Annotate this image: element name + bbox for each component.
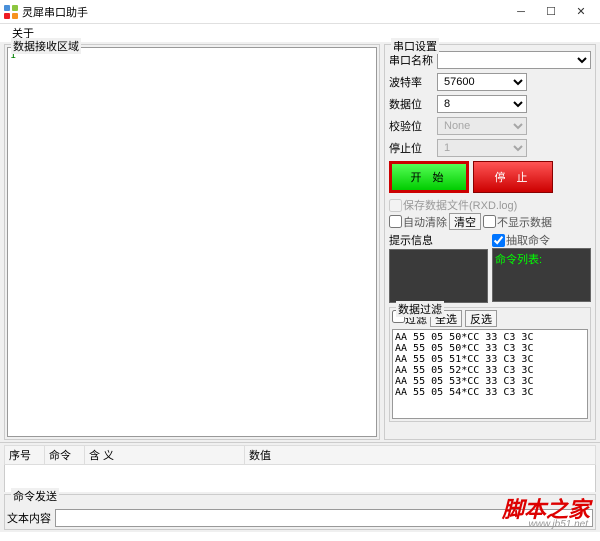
baud-select[interactable]: 57600 (437, 73, 527, 91)
auto-clear-checkbox[interactable]: 自动清除 (389, 214, 447, 230)
app-icon (4, 5, 18, 19)
col-seq[interactable]: 序号 (5, 446, 45, 465)
table-body[interactable] (4, 465, 596, 495)
close-button[interactable]: ✕ (566, 0, 596, 24)
data-table-area: 序号 命令 含 义 数值 (0, 442, 600, 492)
col-meaning[interactable]: 含 义 (85, 446, 245, 465)
watermark-url: www.jb51.net (529, 519, 588, 530)
filter-label: 数据过滤 (396, 301, 444, 317)
clear-button[interactable]: 清空 (449, 213, 481, 230)
baud-label: 波特率 (389, 74, 433, 90)
hint-label: 提示信息 (389, 232, 488, 248)
parity-label: 校验位 (389, 118, 433, 134)
settings-fieldset: 串口设置 串口名称 波特率 57600 数据位 8 校验位 None 停止位 1 (384, 44, 596, 440)
recv-fieldset: 数据接收区域 1 (4, 44, 380, 440)
col-value[interactable]: 数值 (245, 446, 596, 465)
no-display-checkbox[interactable]: 不显示数据 (483, 214, 552, 230)
menubar: 关于 (0, 24, 600, 42)
titlebar: 灵犀串口助手 ─ ☐ ✕ (0, 0, 600, 24)
text-content-label: 文本内容 (7, 510, 51, 526)
recv-label: 数据接收区域 (11, 38, 81, 54)
start-button[interactable]: 开 始 (389, 161, 469, 193)
data-table: 序号 命令 含 义 数值 (4, 445, 596, 465)
window-title: 灵犀串口助手 (22, 4, 506, 20)
filter-list[interactable]: AA 55 05 50*CC 33 C3 3C AA 55 05 50*CC 3… (392, 329, 588, 419)
stopbits-label: 停止位 (389, 140, 433, 156)
stop-button[interactable]: 停 止 (473, 161, 553, 193)
port-select[interactable] (437, 51, 591, 69)
hint-panel (389, 249, 488, 303)
databits-select[interactable]: 8 (437, 95, 527, 113)
stopbits-select[interactable]: 1 (437, 139, 527, 157)
parity-select[interactable]: None (437, 117, 527, 135)
cmd-list-panel: 命令列表: (492, 248, 591, 302)
recv-textarea[interactable]: 1 (7, 47, 377, 437)
settings-label: 串口设置 (391, 38, 439, 54)
maximize-button[interactable]: ☐ (536, 0, 566, 24)
minimize-button[interactable]: ─ (506, 0, 536, 24)
col-cmd[interactable]: 命令 (45, 446, 85, 465)
invert-button[interactable]: 反选 (465, 310, 497, 327)
filter-fieldset: 数据过滤 过滤 全选 反选 AA 55 05 50*CC 33 C3 3C AA… (389, 307, 591, 422)
extract-checkbox[interactable]: 抽取命令 (492, 232, 550, 248)
databits-label: 数据位 (389, 96, 433, 112)
send-label: 命令发送 (11, 488, 59, 504)
port-label: 串口名称 (389, 52, 433, 68)
save-log-checkbox[interactable]: 保存数据文件(RXD.log) (389, 197, 517, 213)
